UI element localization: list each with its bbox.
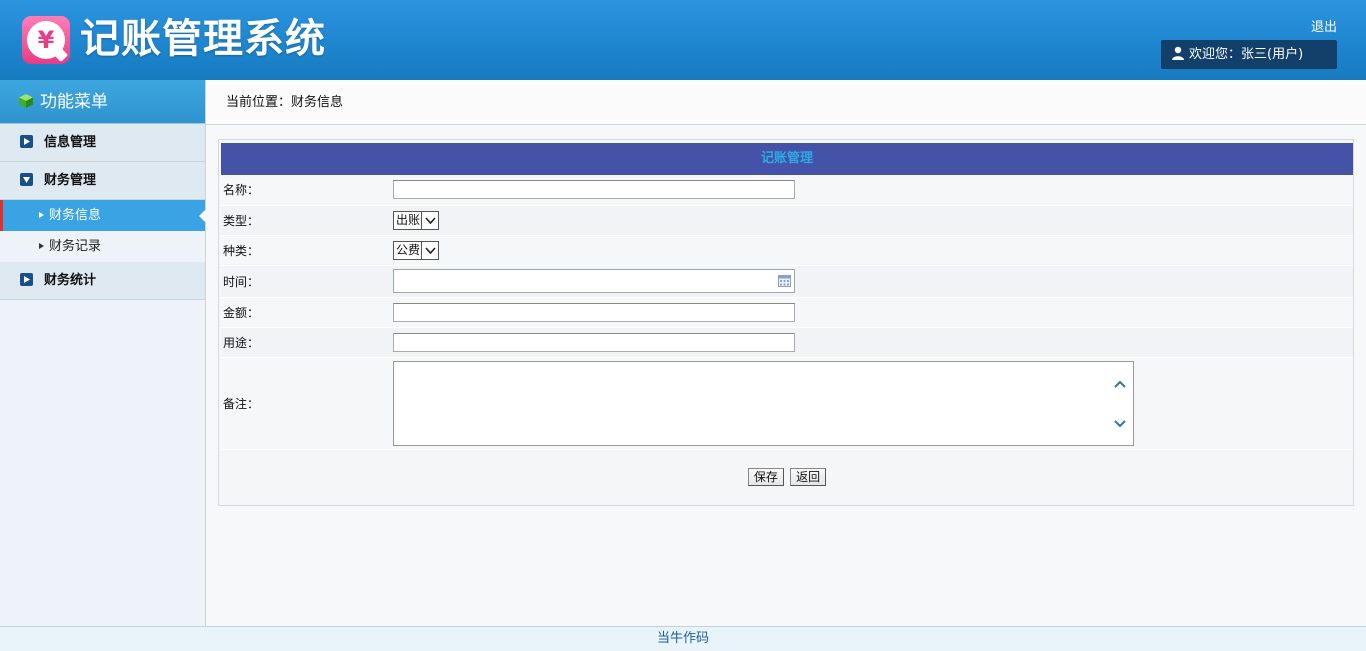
- chevron-down-icon: [421, 241, 438, 259]
- collapse-arrow-icon: [20, 173, 33, 186]
- header: ¥ 记账管理系统 退出 欢迎您：张三(用户): [0, 0, 1366, 80]
- category-select[interactable]: 公费: [393, 240, 440, 260]
- note-textarea[interactable]: [393, 360, 1134, 446]
- form-title: 记账管理: [221, 143, 1353, 175]
- user-icon: [1172, 46, 1184, 60]
- save-button[interactable]: 保存: [747, 468, 784, 486]
- type-select-value: 出账: [396, 212, 421, 227]
- scroll-up-icon[interactable]: [1114, 380, 1126, 388]
- footer: 当牛作码: [0, 626, 1366, 651]
- form-actions: 保存 返回: [219, 468, 1355, 486]
- bookkeeping-form-panel: 记账管理 名称： 类型： 出账 种类： 公费 时间： 金额： 用途： 备注： 保…: [218, 139, 1354, 506]
- sidebar-item-label: 信息管理: [44, 135, 97, 150]
- sidebar: 功能菜单 信息管理 财务管理 财务信息 财务记录 财务统计: [0, 80, 206, 626]
- expand-arrow-icon: [20, 273, 33, 286]
- form-table: 名称： 类型： 出账 种类： 公费 时间： 金额： 用途： 备注：: [221, 175, 1353, 450]
- sidebar-title-text: 功能菜单: [40, 92, 108, 112]
- amount-label: 金额：: [221, 297, 393, 328]
- type-label: 类型：: [221, 205, 393, 236]
- sidebar-subitem-finance-info[interactable]: 财务信息: [0, 200, 206, 231]
- back-button[interactable]: 返回: [790, 468, 827, 486]
- category-label: 种类：: [221, 235, 393, 266]
- name-label: 名称：: [221, 175, 393, 206]
- amount-input[interactable]: [393, 302, 795, 322]
- app-title: 记账管理系统: [80, 16, 326, 62]
- time-date-picker[interactable]: [393, 269, 795, 293]
- logout-link[interactable]: 退出: [1311, 16, 1337, 35]
- name-input[interactable]: [393, 180, 795, 200]
- sidebar-item-finance-management[interactable]: 财务管理: [0, 162, 205, 200]
- bullet-arrow-icon: [39, 212, 44, 218]
- sidebar-item-label: 财务统计: [44, 273, 97, 288]
- bullet-arrow-icon: [39, 243, 44, 249]
- sidebar-item-label: 财务管理: [44, 173, 97, 188]
- purpose-label: 用途：: [221, 327, 393, 358]
- type-select[interactable]: 出账: [393, 210, 440, 230]
- calendar-icon[interactable]: [778, 275, 791, 287]
- sidebar-item-finance-statistics[interactable]: 财务统计: [0, 262, 205, 300]
- sidebar-subitem-label: 财务记录: [49, 239, 102, 254]
- scroll-down-icon[interactable]: [1114, 419, 1126, 428]
- sidebar-subitem-label: 财务信息: [49, 208, 102, 223]
- sidebar-title: 功能菜单: [0, 80, 205, 124]
- breadcrumb: 当前位置：财务信息: [206, 80, 1366, 125]
- cube-icon: [19, 94, 33, 108]
- sidebar-subitem-finance-records[interactable]: 财务记录: [0, 231, 205, 262]
- time-label: 时间：: [221, 265, 393, 298]
- expand-arrow-icon: [20, 135, 33, 148]
- welcome-badge: 欢迎您：张三(用户): [1161, 40, 1337, 69]
- chevron-down-icon: [421, 211, 438, 229]
- note-label: 备注：: [221, 357, 393, 450]
- app-logo-icon: ¥: [22, 16, 70, 64]
- sidebar-item-info-management[interactable]: 信息管理: [0, 124, 205, 162]
- category-select-value: 公费: [396, 242, 421, 257]
- welcome-text: 欢迎您：张三(用户): [1189, 47, 1304, 62]
- purpose-input[interactable]: [393, 332, 795, 352]
